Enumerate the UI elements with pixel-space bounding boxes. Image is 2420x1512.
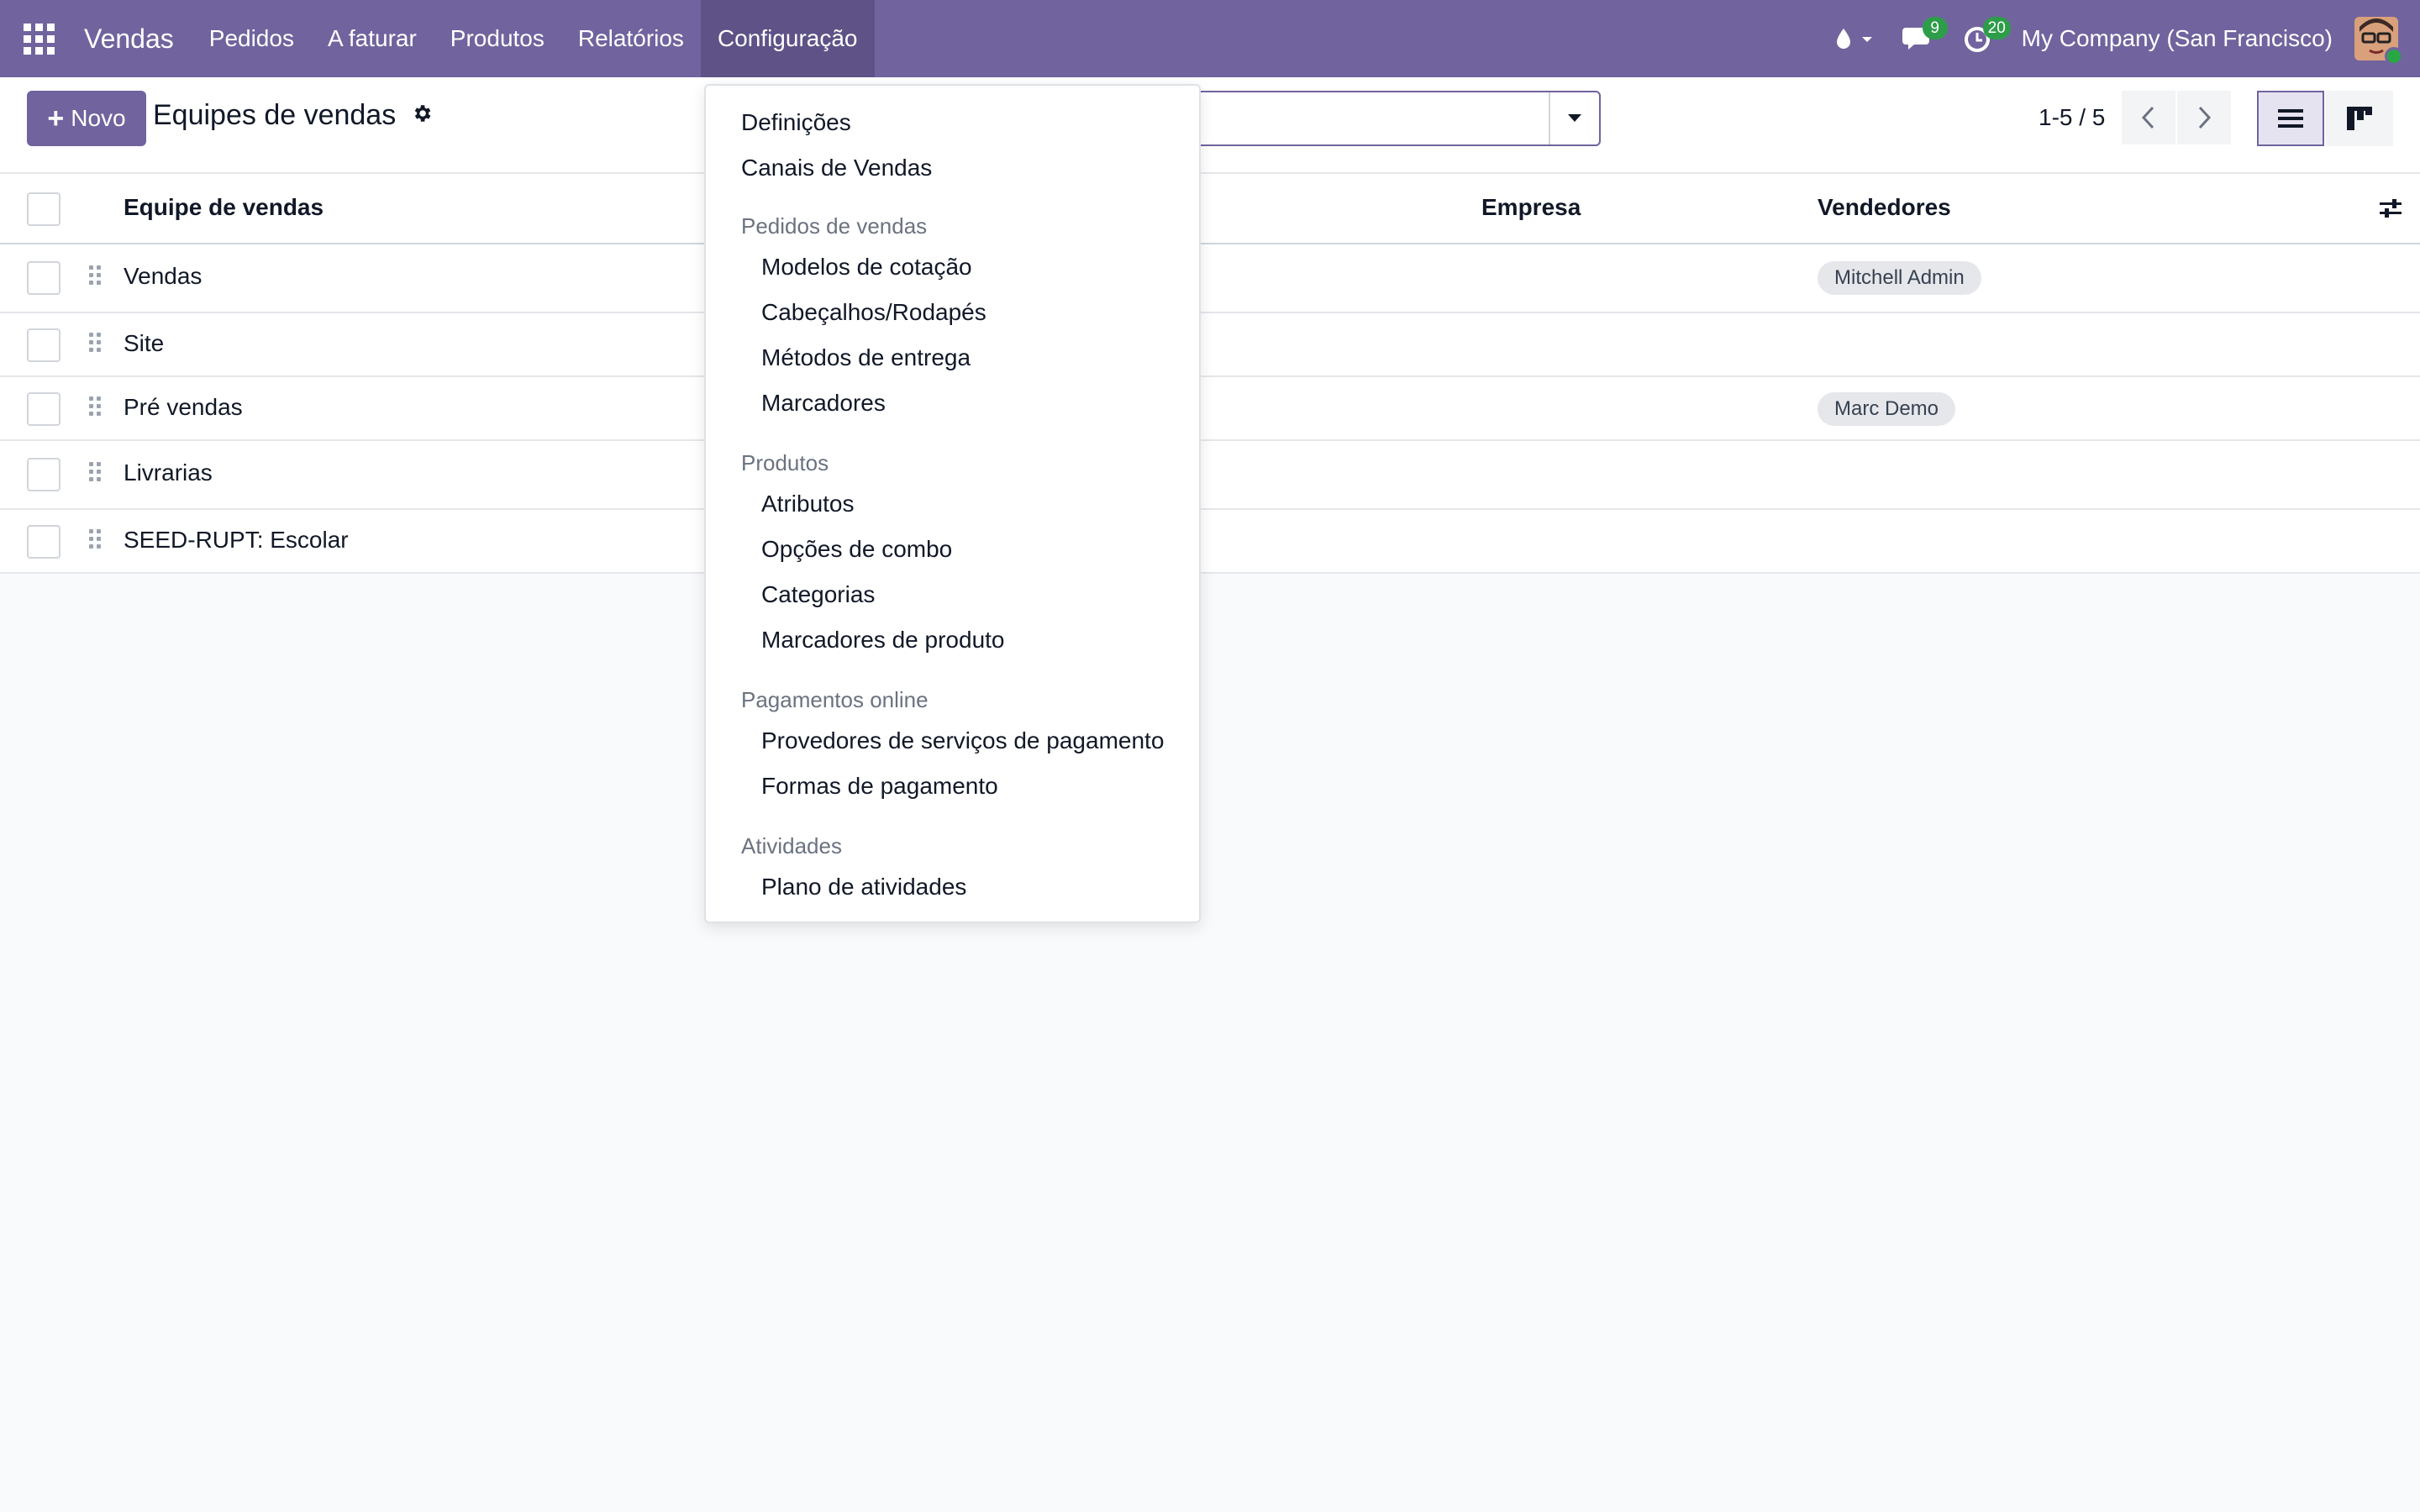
nav-pedidos[interactable]: Pedidos — [192, 0, 311, 77]
new-button-label: Novo — [71, 105, 126, 131]
activities-badge: 20 — [1982, 17, 2011, 39]
nav-configuracao[interactable]: Configuração — [700, 0, 875, 77]
menu-item-modelos-de-cotacao[interactable]: Modelos de cotação — [761, 254, 972, 281]
row-checkbox[interactable] — [27, 261, 60, 295]
breadcrumb: Equipes de vendas — [153, 99, 433, 132]
nav-produtos[interactable]: Produtos — [434, 0, 561, 77]
row-checkbox[interactable] — [27, 525, 60, 559]
search-input[interactable] — [1176, 91, 1601, 146]
drag-handle-icon[interactable] — [89, 396, 101, 416]
new-button[interactable]: + Novo — [27, 91, 146, 146]
caret-down-icon — [1568, 114, 1581, 122]
messages-badge: 9 — [1922, 17, 1948, 39]
menu-section-header: Pagamentos online — [741, 687, 929, 712]
table-row[interactable]: Livrarias — [0, 441, 2420, 510]
company-switcher[interactable]: My Company (San Francisco) — [2010, 25, 2354, 52]
menu-item-atributos[interactable]: Atributos — [761, 491, 855, 517]
navbar-systray: 9 20 My Company (San Francisco) — [1820, 0, 2420, 77]
nav-relatorios[interactable]: Relatórios — [561, 0, 701, 77]
salesperson-tag: Marc Demo — [1818, 392, 1956, 426]
menu-item-plano-de-atividades[interactable]: Plano de atividades — [761, 874, 966, 900]
column-salespeople[interactable]: Vendedores — [1818, 194, 1951, 221]
apps-menu-icon[interactable] — [0, 0, 77, 77]
menu-item-formas-de-pagamento[interactable]: Formas de pagamento — [761, 773, 998, 800]
pager-previous-button[interactable] — [2122, 91, 2175, 144]
salesperson-tag: Mitchell Admin — [1818, 261, 1981, 295]
kanban-view-icon — [2347, 107, 2372, 130]
menu-item-marcadores[interactable]: Marcadores — [761, 390, 886, 417]
theme-drop-icon[interactable] — [1820, 0, 1889, 77]
top-navbar: Vendas Pedidos A faturar Produtos Relató… — [0, 0, 2420, 77]
menu-item-canais-de-vendas[interactable]: Canais de Vendas — [741, 155, 932, 181]
menu-item-cabecalhos-rodapes[interactable]: Cabeçalhos/Rodapés — [761, 299, 986, 326]
menu-section-header: Atividades — [741, 833, 842, 858]
table-row[interactable]: SEED-RUPT: Escolar — [0, 510, 2420, 574]
table-row[interactable]: Site — [0, 313, 2420, 377]
team-name: Site — [124, 330, 165, 356]
drag-handle-icon[interactable] — [89, 333, 101, 352]
table-row[interactable]: Pré vendas Marc Demo — [0, 377, 2420, 441]
column-company[interactable]: Empresa — [1481, 194, 1581, 221]
configuration-dropdown-menu: Definições Canais de Vendas Pedidos de v… — [704, 84, 1201, 923]
drag-handle-icon[interactable] — [89, 529, 101, 549]
search-options-toggle[interactable] — [1549, 92, 1599, 144]
menu-item-categorias[interactable]: Categorias — [761, 581, 875, 608]
chevron-right-icon — [2198, 106, 2212, 129]
kanban-view-button[interactable] — [2326, 91, 2393, 146]
row-checkbox[interactable] — [27, 328, 60, 362]
nav-a-faturar[interactable]: A faturar — [311, 0, 434, 77]
chevron-left-icon — [2141, 106, 2154, 129]
row-checkbox[interactable] — [27, 458, 60, 491]
menu-item-opcoes-de-combo[interactable]: Opções de combo — [761, 536, 952, 563]
plus-icon: + — [47, 102, 65, 134]
pager-next-button[interactable] — [2177, 91, 2231, 144]
menu-item-metodos-de-entrega[interactable]: Métodos de entrega — [761, 344, 971, 371]
messages-icon[interactable]: 9 — [1889, 0, 1949, 77]
table-row[interactable]: Vendas Mitchell Admin — [0, 244, 2420, 313]
menu-item-definicoes[interactable]: Definições — [741, 109, 851, 136]
gear-icon[interactable] — [411, 99, 433, 132]
pager-value[interactable]: 1-5 / 5 — [2039, 104, 2105, 131]
team-name: Vendas — [124, 263, 203, 289]
optional-columns-icon[interactable] — [2378, 196, 2403, 225]
list-view-icon — [2278, 109, 2303, 128]
online-status-dot — [2385, 47, 2403, 66]
team-name: SEED-RUPT: Escolar — [124, 527, 349, 553]
app-name[interactable]: Vendas — [84, 24, 174, 55]
page-title: Equipes de vendas — [153, 99, 397, 131]
menu-item-provedores-pagamento[interactable]: Provedores de serviços de pagamento — [761, 727, 1164, 754]
list-view-button[interactable] — [2257, 91, 2324, 146]
drag-handle-icon[interactable] — [89, 462, 101, 481]
row-checkbox[interactable] — [27, 392, 60, 426]
select-all-checkbox[interactable] — [27, 192, 60, 226]
team-name: Pré vendas — [124, 394, 243, 420]
team-name: Livrarias — [124, 459, 213, 486]
activities-clock-icon[interactable]: 20 — [1949, 0, 2011, 77]
menu-section-header: Produtos — [741, 450, 829, 475]
user-avatar[interactable] — [2354, 17, 2403, 66]
table-header: Equipe de vendas Empresa Vendedores — [0, 174, 2420, 244]
drag-handle-icon[interactable] — [89, 265, 101, 285]
column-team[interactable]: Equipe de vendas — [124, 194, 324, 221]
control-panel: + Novo Equipes de vendas 1-5 / 5 — [0, 77, 2420, 174]
menu-section-header: Pedidos de vendas — [741, 213, 928, 239]
menu-item-marcadores-de-produto[interactable]: Marcadores de produto — [761, 627, 1005, 654]
